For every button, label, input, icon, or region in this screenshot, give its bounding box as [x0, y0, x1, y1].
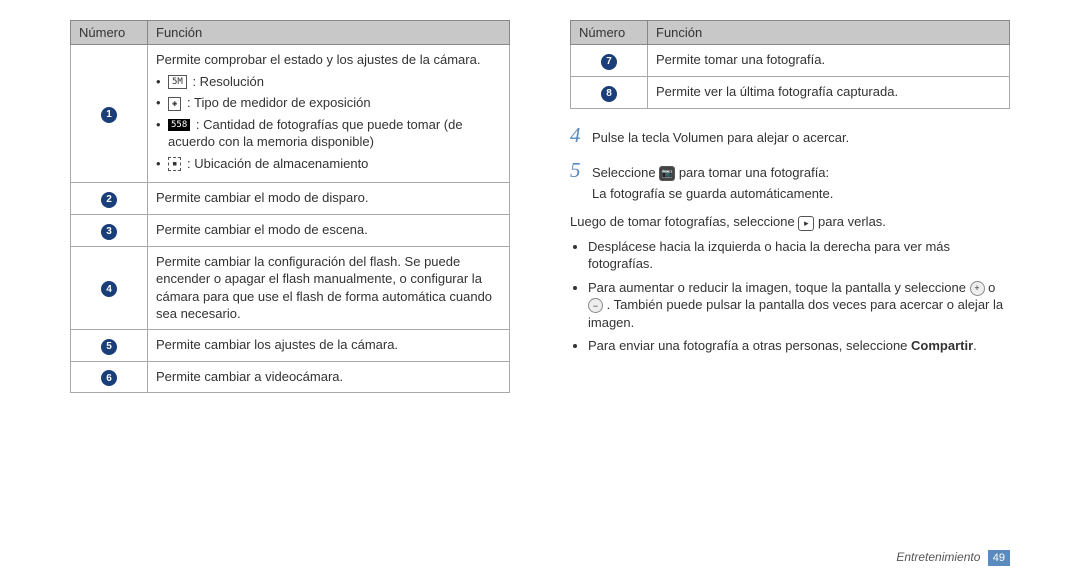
- row-func-cell: Permite cambiar el modo de escena.: [148, 215, 510, 247]
- camera-icon: 📷: [659, 166, 675, 181]
- metering-icon: ◈: [168, 97, 181, 111]
- table-row: 2 Permite cambiar el modo de disparo.: [71, 183, 510, 215]
- list-item: Desplácese hacia la izquierda o hacia la…: [588, 238, 1010, 273]
- right-column: Número Función 7 Permite tomar una fotog…: [570, 20, 1010, 540]
- list-item: ▪ : Ubicación de almacenamiento: [156, 155, 501, 173]
- row1-intro: Permite comprobar el estado y los ajuste…: [156, 52, 480, 67]
- row-func-cell: Permite tomar una fotografía.: [648, 45, 1010, 77]
- table-row: 1 Permite comprobar el estado y los ajus…: [71, 45, 510, 183]
- table-row: 7 Permite tomar una fotografía.: [571, 45, 1010, 77]
- row-func-cell: Permite cambiar a videocámara.: [148, 361, 510, 393]
- row-num-cell: 1: [71, 45, 148, 183]
- list-item: 5M : Resolución: [156, 73, 501, 91]
- play-preview-icon: ▸: [798, 216, 814, 231]
- row-func-cell: Permite comprobar el estado y los ajuste…: [148, 45, 510, 183]
- page-footer: Entretenimiento 49: [0, 550, 1080, 576]
- storage-location-icon: ▪: [168, 157, 181, 171]
- list-item: ◈ : Tipo de medidor de exposición: [156, 94, 501, 112]
- num-badge-8: 8: [601, 86, 617, 102]
- zoom-out-icon: −: [588, 298, 603, 313]
- resolution-icon: 5M: [168, 75, 187, 89]
- num-badge-1: 1: [101, 107, 117, 123]
- row-num-cell: 2: [71, 183, 148, 215]
- row-num-cell: 5: [71, 329, 148, 361]
- page-number: 49: [988, 550, 1010, 566]
- camera-functions-table-left: Número Función 1 Permite comprobar el es…: [70, 20, 510, 393]
- row-num-cell: 8: [571, 76, 648, 108]
- col-header-funcion: Función: [148, 21, 510, 45]
- num-badge-7: 7: [601, 54, 617, 70]
- table-row: 3 Permite cambiar el modo de escena.: [71, 215, 510, 247]
- table-row: 5 Permite cambiar los ajustes de la cáma…: [71, 329, 510, 361]
- shots-remaining-icon: 558: [168, 119, 190, 131]
- table-row: 6 Permite cambiar a videocámara.: [71, 361, 510, 393]
- step-5: 5Seleccione 📷 para tomar una fotografía:…: [570, 156, 1010, 204]
- zoom-in-icon: +: [970, 281, 985, 296]
- table-row: 8 Permite ver la última fotografía captu…: [571, 76, 1010, 108]
- table-row: 4 Permite cambiar la configuración del f…: [71, 246, 510, 329]
- viewing-tips-list: Desplácese hacia la izquierda o hacia la…: [570, 238, 1010, 355]
- num-badge-2: 2: [101, 192, 117, 208]
- row-num-cell: 4: [71, 246, 148, 329]
- num-badge-4: 4: [101, 281, 117, 297]
- page-container: Número Función 1 Permite comprobar el es…: [0, 0, 1080, 550]
- row1-icon-list: 5M : Resolución ◈ : Tipo de medidor de e…: [156, 73, 501, 173]
- list-item: Para enviar una fotografía a otras perso…: [588, 337, 1010, 355]
- row-func-cell: Permite ver la última fotografía captura…: [648, 76, 1010, 108]
- step-number-5: 5: [570, 156, 586, 185]
- share-label: Compartir: [911, 338, 973, 353]
- col-header-funcion: Función: [648, 21, 1010, 45]
- row-func-cell: Permite cambiar el modo de disparo.: [148, 183, 510, 215]
- step-number-4: 4: [570, 121, 586, 150]
- camera-functions-table-right: Número Función 7 Permite tomar una fotog…: [570, 20, 1010, 109]
- row-num-cell: 3: [71, 215, 148, 247]
- num-badge-6: 6: [101, 370, 117, 386]
- row-func-cell: Permite cambiar los ajustes de la cámara…: [148, 329, 510, 361]
- section-name: Entretenimiento: [896, 550, 980, 564]
- table-header-row: Número Función: [71, 21, 510, 45]
- num-badge-5: 5: [101, 339, 117, 355]
- num-badge-3: 3: [101, 224, 117, 240]
- after-photo-text: Luego de tomar fotografías, seleccione ▸…: [570, 213, 1010, 231]
- list-item: Para aumentar o reducir la imagen, toque…: [588, 279, 1010, 332]
- row-func-cell: Permite cambiar la configuración del fla…: [148, 246, 510, 329]
- left-column: Número Función 1 Permite comprobar el es…: [70, 20, 510, 540]
- col-header-numero: Número: [71, 21, 148, 45]
- row-num-cell: 6: [71, 361, 148, 393]
- table-header-row: Número Función: [571, 21, 1010, 45]
- step-4: 4Pulse la tecla Volumen para alejar o ac…: [570, 121, 1010, 150]
- row-num-cell: 7: [571, 45, 648, 77]
- col-header-numero: Número: [571, 21, 648, 45]
- list-item: 558 : Cantidad de fotografías que puede …: [156, 116, 501, 151]
